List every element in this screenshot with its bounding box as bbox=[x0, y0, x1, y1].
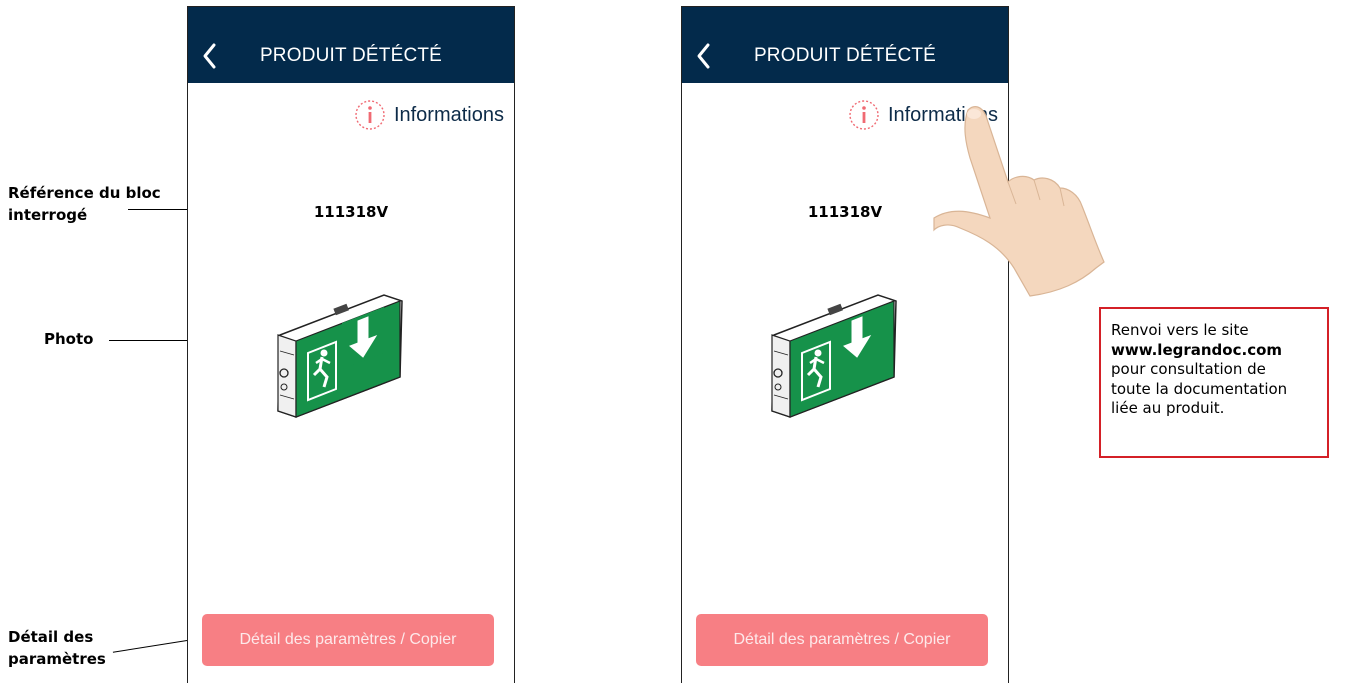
product-reference: 111318V bbox=[313, 203, 389, 221]
documentation-callout: Renvoi vers le site www.legrandoc.com po… bbox=[1099, 307, 1329, 458]
informations-button[interactable]: Informations bbox=[848, 97, 998, 133]
informations-label: Informations bbox=[393, 103, 504, 126]
app-header: PRODUIT DÉTÉCTÉ bbox=[188, 7, 514, 83]
phone-screen-left: PRODUIT DÉTÉCTÉ Informations 111318V Dét… bbox=[187, 6, 515, 683]
callout-url: www.legrandoc.com bbox=[1111, 340, 1283, 359]
informations-button[interactable]: Informations bbox=[354, 97, 504, 133]
annotation-reference-label: Référence du bloc interrogé bbox=[8, 182, 161, 226]
annotation-detail-label: Détail des paramètres bbox=[8, 626, 106, 670]
product-photo bbox=[771, 294, 897, 418]
annotation-reference-line2: interrogé bbox=[8, 206, 88, 224]
callout-line5: liée au produit. bbox=[1111, 399, 1225, 417]
annotation-reference-line1: Référence du bloc bbox=[8, 184, 161, 202]
annotation-photo-label: Photo bbox=[44, 330, 94, 348]
callout-line3: pour consultation de bbox=[1111, 360, 1266, 378]
annotation-detail-leader bbox=[112, 640, 188, 653]
phone-screen-right: PRODUIT DÉTÉCTÉ Informations 111318V Dét… bbox=[681, 6, 1009, 683]
info-circle-icon bbox=[355, 100, 385, 130]
page-title: PRODUIT DÉTÉCTÉ bbox=[753, 45, 937, 66]
annotation-detail-line2: paramètres bbox=[8, 650, 106, 668]
annotation-reference-leader bbox=[128, 209, 187, 210]
informations-label: Informations bbox=[887, 103, 998, 126]
callout-line4: toute la documentation bbox=[1111, 379, 1288, 398]
annotation-photo-leader bbox=[109, 340, 187, 341]
callout-line1: Renvoi vers le site bbox=[1111, 321, 1249, 339]
app-header: PRODUIT DÉTÉCTÉ bbox=[682, 7, 1008, 83]
product-photo bbox=[277, 294, 403, 418]
product-reference: 111318V bbox=[807, 203, 883, 221]
info-circle-icon bbox=[849, 100, 879, 130]
detail-parameters-button[interactable]: Détail des paramètres / Copier bbox=[696, 614, 988, 666]
detail-parameters-button[interactable]: Détail des paramètres / Copier bbox=[202, 614, 494, 666]
annotation-detail-line1: Détail des bbox=[8, 628, 94, 646]
page-title: PRODUIT DÉTÉCTÉ bbox=[259, 45, 443, 66]
